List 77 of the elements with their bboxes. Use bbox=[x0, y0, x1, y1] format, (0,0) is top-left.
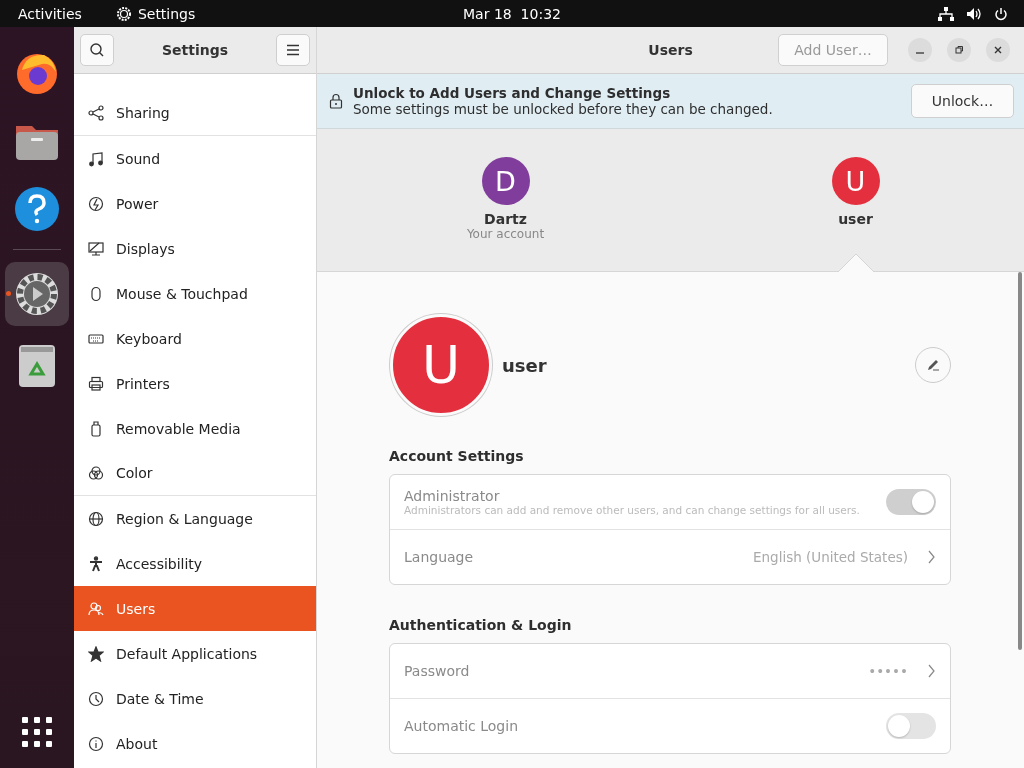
section-heading: Authentication & Login bbox=[389, 617, 573, 633]
user-name: Dartz bbox=[484, 211, 527, 227]
close-icon bbox=[993, 45, 1003, 55]
sidebar-item[interactable]: Default Applications bbox=[74, 631, 316, 676]
sidebar-item[interactable]: Accessibility bbox=[74, 541, 316, 586]
user-carousel-item[interactable]: D Dartz Your account bbox=[445, 129, 566, 271]
sidebar-item[interactable]: Removable Media bbox=[74, 406, 316, 451]
globe-icon bbox=[88, 510, 104, 527]
power-icon[interactable] bbox=[994, 6, 1008, 21]
row-label: Password bbox=[404, 663, 471, 679]
clock-icon bbox=[88, 690, 104, 707]
printer-icon bbox=[88, 375, 104, 392]
unlock-button[interactable]: Unlock… bbox=[911, 84, 1014, 118]
sidebar-item[interactable]: Mouse & Touchpad bbox=[74, 271, 316, 316]
row-value: ••••• bbox=[868, 663, 908, 679]
clock[interactable]: Mar 18 10:32 bbox=[463, 5, 561, 22]
sidebar-item[interactable]: Power bbox=[74, 181, 316, 226]
menu-button[interactable] bbox=[276, 34, 310, 66]
row-description: Administrators can add and remove other users, and can change settings for all users. bbox=[404, 504, 861, 516]
minimize-icon bbox=[916, 52, 924, 54]
pencil-icon bbox=[925, 357, 941, 373]
network-icon[interactable] bbox=[938, 6, 954, 21]
profile-avatar[interactable]: U bbox=[390, 314, 492, 416]
star-icon bbox=[88, 645, 104, 662]
music-note-icon bbox=[88, 150, 104, 167]
user-name: user bbox=[838, 211, 873, 227]
minimize-button[interactable] bbox=[908, 38, 932, 62]
share-icon bbox=[88, 105, 104, 121]
sidebar-item[interactable]: Users bbox=[74, 586, 316, 631]
maximize-button[interactable] bbox=[947, 38, 971, 62]
gear-icon bbox=[115, 5, 132, 22]
app-grid-icon[interactable] bbox=[21, 716, 53, 748]
sidebar-item[interactable]: Sharing bbox=[74, 91, 316, 136]
section-heading: Account Settings bbox=[389, 448, 525, 464]
users-icon bbox=[88, 600, 104, 617]
sidebar-item[interactable]: About bbox=[74, 721, 316, 766]
sidebar-item[interactable]: Sound bbox=[74, 136, 316, 181]
trash-icon bbox=[18, 344, 56, 388]
scrollbar[interactable] bbox=[1018, 272, 1022, 650]
person-icon bbox=[88, 555, 104, 572]
user-avatar: U bbox=[831, 157, 880, 205]
sidebar-item[interactable]: Keyboard bbox=[74, 316, 316, 361]
help-icon bbox=[14, 186, 60, 232]
menu-icon bbox=[286, 44, 300, 56]
color-circles-icon bbox=[88, 465, 104, 481]
dock-item[interactable] bbox=[5, 262, 69, 326]
row-label: Language bbox=[404, 549, 475, 565]
sidebar-item[interactable]: Date & Time bbox=[74, 676, 316, 721]
profile-name: user bbox=[502, 354, 548, 376]
row-value: English (United States) bbox=[753, 549, 908, 565]
monitor-icon bbox=[88, 240, 104, 257]
row-label: Administrator bbox=[404, 488, 501, 504]
mouse-icon bbox=[88, 285, 104, 302]
sidebar-title: Settings bbox=[160, 42, 230, 58]
restore-icon bbox=[954, 45, 964, 55]
volume-icon[interactable] bbox=[966, 6, 982, 21]
settings-icon bbox=[14, 271, 60, 317]
sidebar-item[interactable]: Displays bbox=[74, 226, 316, 271]
row-label: Automatic Login bbox=[404, 718, 520, 734]
usb-drive-icon bbox=[88, 420, 104, 437]
sidebar-item[interactable]: Printers bbox=[74, 361, 316, 406]
lock-icon bbox=[329, 93, 343, 109]
search-button[interactable] bbox=[80, 34, 114, 66]
sidebar-item[interactable]: Color bbox=[74, 451, 316, 496]
user-subtitle: Your account bbox=[466, 227, 545, 241]
close-button[interactable] bbox=[986, 38, 1010, 62]
info-icon bbox=[88, 735, 104, 752]
activities-button[interactable]: Activities bbox=[0, 5, 94, 22]
sidebar-item[interactable]: Region & Language bbox=[74, 496, 316, 541]
user-carousel-item[interactable]: U user bbox=[795, 129, 916, 271]
infobar-title: Unlock to Add Users and Change Settings bbox=[353, 85, 672, 101]
infobar-message: Some settings must be unlocked before they can be changed. bbox=[353, 101, 774, 117]
page-title: Users bbox=[648, 42, 693, 58]
power-icon bbox=[88, 195, 104, 212]
app-menu[interactable]: Settings bbox=[137, 5, 196, 22]
search-icon bbox=[89, 42, 105, 58]
user-avatar: D bbox=[481, 157, 530, 205]
